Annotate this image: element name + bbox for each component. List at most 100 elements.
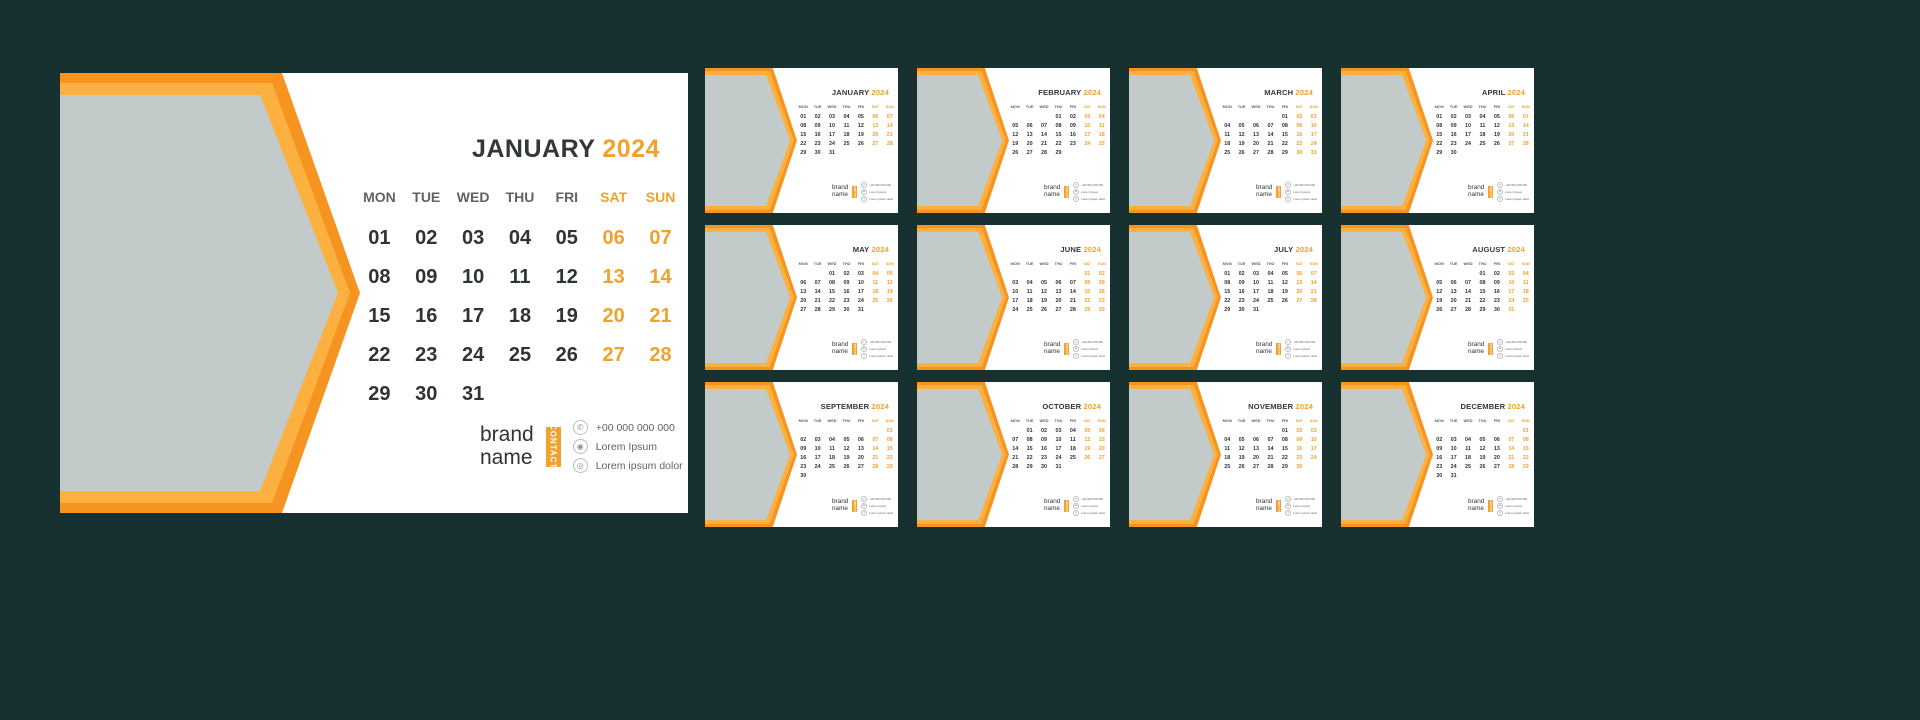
brand-name-line1: brand	[480, 423, 534, 447]
date-cell-2: 02	[1493, 270, 1500, 277]
contact-text: Lorem ipsum dolor	[1081, 510, 1106, 515]
date-cell-2: 02	[1069, 113, 1076, 120]
thumbnail-calendar-card-may[interactable]: MAY 2024 MON TUE WED THU FRI SAT SUN 01 02 03 04 05…	[705, 225, 898, 370]
thumbnail-calendar-card-february[interactable]: FEBRUARY 2024 MON TUE WED THU FRI SAT SUN 01 02 0…	[917, 68, 1110, 213]
date-cell-empty	[1307, 462, 1321, 471]
date-cell-5: 05	[1238, 122, 1245, 129]
weekday-header-fri: FRI	[1069, 104, 1077, 109]
date-cell-5: 05	[555, 227, 578, 249]
weekday-header-fri: FRI	[555, 189, 579, 205]
date-cell-22: 22	[1224, 297, 1231, 304]
date-cell-3: 03	[1450, 436, 1457, 443]
date-cell-empty	[1249, 112, 1263, 121]
week-row: 01 02 03 04	[1008, 112, 1109, 121]
date-cell-29: 29	[1281, 463, 1288, 470]
contact-text: +00 000 000 000	[595, 421, 675, 434]
contact-row: ✆ +00 000 000 000	[860, 182, 893, 189]
thumbnail-calendar-card-september[interactable]: SEPTEMBER 2024 MON TUE WED THU FRI SAT SUN 01 02…	[705, 382, 898, 527]
date-cell-15: 15	[368, 305, 391, 327]
contact-list: ✆ +00 000 000 000 ◉ Lorem Ipsum ◎ Lorem ipsum…	[860, 339, 893, 359]
date-cell-4: 04	[1522, 270, 1529, 277]
date-cell-6: 06	[602, 227, 625, 249]
date-cell-empty	[1037, 269, 1051, 278]
contact-row: ◉ Lorem Ipsum	[572, 439, 683, 454]
weekday-header-row: MON TUE WED THU FRI SAT SUN	[1432, 260, 1533, 269]
contact-list: ✆ +00 000 000 000 ◉ Lorem Ipsum ◎ Lorem ipsum…	[1284, 182, 1317, 202]
date-cell-8: 08	[829, 279, 836, 286]
thumbnail-calendar-card-november[interactable]: NOVEMBER 2024 MON TUE WED THU FRI SAT SUN 01 02 0…	[1129, 382, 1322, 527]
contact-tab: CONTACT	[1276, 185, 1281, 199]
contact-row: ◎ Lorem ipsum dolor	[860, 509, 893, 516]
month-title-name: NOVEMBER	[1248, 402, 1294, 411]
thumbnail-calendar-card-june[interactable]: JUNE 2024 MON TUE WED THU FRI SAT SUN 01 02 03 04 0…	[917, 225, 1110, 370]
week-row: 18 19 20 21 22 23 24	[1220, 139, 1321, 148]
thumbnail-calendar-card-april[interactable]: APRIL 2024 MON TUE WED THU FRI SAT SUN 01 02 03 04 0…	[1341, 68, 1534, 213]
weekday-header-thu: THU	[842, 261, 851, 266]
date-cell-24: 24	[857, 297, 864, 304]
week-row: 27 28 29 30 31	[796, 305, 897, 314]
date-cell-empty	[1432, 426, 1446, 435]
weekday-header-row: MON TUE WED THU FRI SAT SUN	[1220, 260, 1321, 269]
date-cell-18: 18	[1224, 140, 1231, 147]
thumbnail-calendar-card-august[interactable]: AUGUST 2024 MON TUE WED THU FRI SAT SUN 01 02 03 0…	[1341, 225, 1534, 370]
date-cell-11: 11	[1224, 131, 1231, 138]
date-cell-16: 16	[1238, 288, 1245, 295]
location-icon: ◎	[1284, 352, 1291, 359]
brand-contact-block: brand name CONTACT ✆ +00 000 000 000 ◉ Lorem I…	[1256, 496, 1317, 516]
date-cell-16: 16	[1296, 131, 1303, 138]
date-cell-empty	[854, 471, 868, 480]
date-cell-empty	[497, 375, 544, 414]
date-cell-empty	[1220, 112, 1234, 121]
weekday-header-thu: THU	[842, 418, 851, 423]
weekday-header-row: MON TUE WED THU FRI SAT SUN	[1008, 260, 1109, 269]
week-row: 01 02 03 04 05 06 07	[796, 112, 897, 121]
date-cell-10: 10	[1055, 436, 1062, 443]
thumbnail-calendar-card-december[interactable]: DECEMBER 2024 MON TUE WED THU FRI SAT SUN 01 02 0…	[1341, 382, 1534, 527]
week-row: 25 26 27 28 29 30	[1220, 462, 1321, 471]
date-cell-13: 13	[1055, 288, 1062, 295]
date-cell-23: 23	[1238, 297, 1245, 304]
date-cell-empty	[1292, 305, 1306, 314]
date-cell-8: 08	[886, 436, 893, 443]
thumbnail-calendar-card-january[interactable]: JANUARY 2024 MON TUE WED THU FRI SAT SUN 01 02 03 0…	[705, 68, 898, 213]
date-cell-3: 03	[829, 113, 836, 120]
date-cell-12: 12	[1041, 288, 1048, 295]
calendar-body: MAY 2024 MON TUE WED THU FRI SAT SUN 01 02 03 04 05…	[797, 225, 898, 370]
date-cell-empty	[1519, 471, 1533, 480]
date-cell-20: 20	[1055, 297, 1062, 304]
date-cell-10: 10	[1508, 279, 1515, 286]
date-cell-16: 16	[415, 305, 438, 327]
globe-icon: ◉	[860, 502, 867, 509]
date-cell-21: 21	[1012, 454, 1019, 461]
date-cell-19: 19	[1436, 297, 1443, 304]
brand-contact-block: brand name CONTACT ✆ +00 000 000 000 ◉ Lorem I…	[1044, 339, 1105, 359]
brand-name: brand name	[1468, 184, 1484, 198]
weekday-header-fri: FRI	[1493, 418, 1501, 423]
thumbnail-calendar-card-march[interactable]: MARCH 2024 MON TUE WED THU FRI SAT SUN 01 02 03 04…	[1129, 68, 1322, 213]
date-cell-29: 29	[829, 306, 836, 313]
date-cell-19: 19	[1084, 445, 1091, 452]
date-cell-empty	[1504, 148, 1518, 157]
date-cell-15: 15	[1084, 288, 1091, 295]
month-title-name: OCTOBER	[1042, 402, 1082, 411]
date-cell-6: 06	[1098, 427, 1105, 434]
date-cell-11: 11	[1465, 445, 1471, 452]
weekday-header-sun: SUN	[1097, 418, 1106, 423]
weekday-header-row: MON TUE WED THU FRI SAT SUN	[1008, 103, 1109, 112]
hero-calendar-card-january[interactable]: JANUARY 2024 MON TUE WED THU FRI SAT SUN 01 02 03 0…	[60, 73, 688, 513]
thumbnail-calendar-card-july[interactable]: JULY 2024 MON TUE WED THU FRI SAT SUN 01 02 03 04 05…	[1129, 225, 1322, 370]
date-cell-8: 08	[1436, 122, 1443, 129]
week-row: 16 17 18 19 20 21 22	[796, 453, 897, 462]
date-cell-empty	[1066, 148, 1080, 157]
weekday-header-fri: FRI	[1069, 418, 1077, 423]
weekday-header-sat: SAT	[1507, 418, 1516, 423]
thumbnail-calendar-card-october[interactable]: OCTOBER 2024 MON TUE WED THU FRI SAT SUN 01 02 03…	[917, 382, 1110, 527]
contact-row: ✆ +00 000 000 000	[1284, 339, 1317, 346]
date-cell-20: 20	[1253, 140, 1260, 147]
date-cell-22: 22	[1522, 454, 1529, 461]
weekday-header-sat: SAT	[871, 261, 880, 266]
date-cell-4: 04	[1267, 270, 1274, 277]
date-cell-empty	[1008, 112, 1022, 121]
date-cell-18: 18	[1098, 131, 1105, 138]
contact-row: ◎ Lorem ipsum dolor	[860, 352, 893, 359]
